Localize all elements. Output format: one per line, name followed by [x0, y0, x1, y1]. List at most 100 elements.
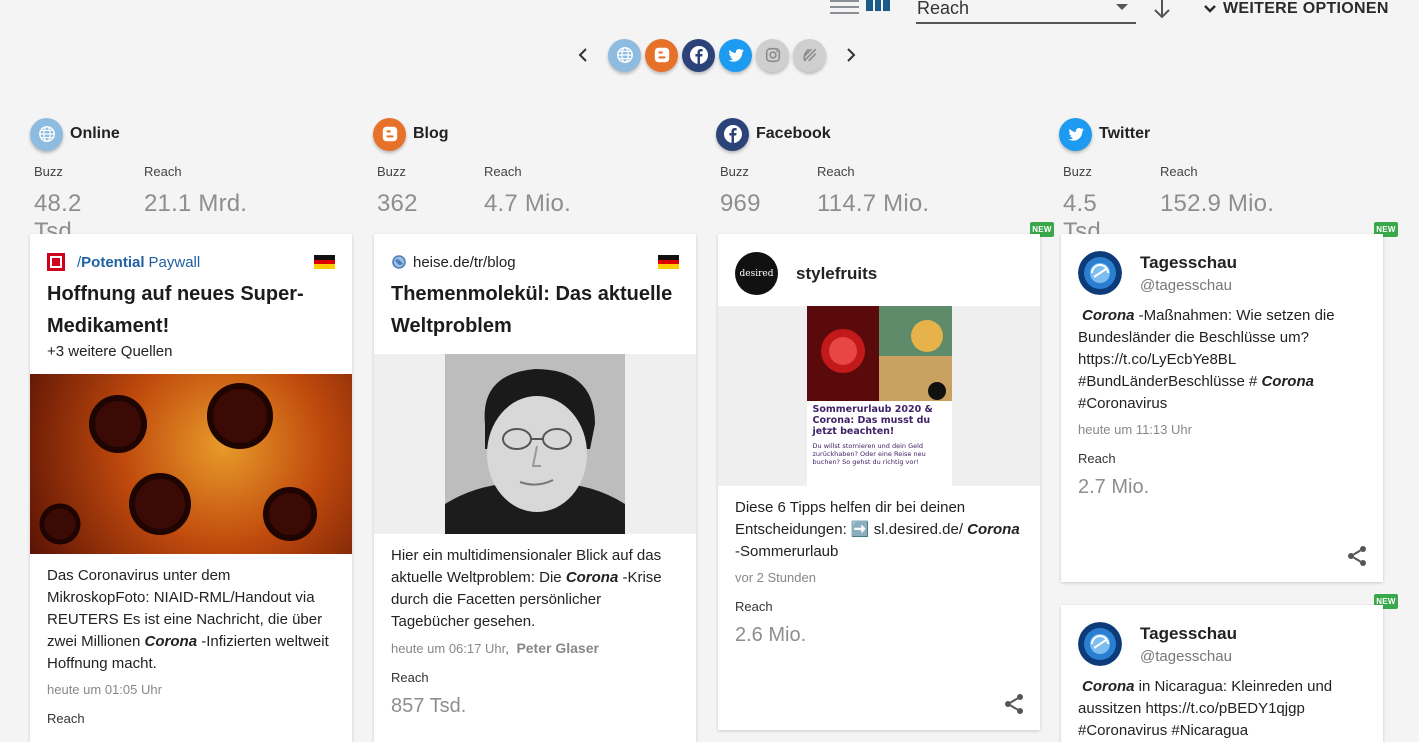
reach-label: Reach: [144, 164, 182, 179]
post-image: Sommerurlaub 2020 & Corona: Das musst du…: [718, 306, 1040, 486]
chevron-left-icon: [578, 48, 587, 62]
article-time: heute um 01:05 Uhr: [47, 682, 162, 697]
buzz-label: Buzz: [377, 164, 406, 179]
tagesschau-avatar[interactable]: [1078, 622, 1122, 666]
sort-select[interactable]: Reach: [916, 0, 1136, 24]
reach-label: Reach: [1078, 451, 1116, 466]
article-author[interactable]: Peter Glaser: [516, 640, 599, 656]
blog-article-card[interactable]: heise.de/tr/blog Themenmolekül: Das aktu…: [374, 234, 696, 742]
facebook-channel-icon: [716, 117, 749, 151]
carousel-prev-button[interactable]: [572, 44, 594, 66]
image-subtext: Du willst stornieren und dein Geld zurüc…: [812, 442, 926, 466]
paywall-label: Paywall: [148, 253, 201, 271]
tweet-card[interactable]: Tagesschau @tagesschau Corona in Nicarag…: [1061, 605, 1383, 742]
chevron-right-icon: [847, 48, 856, 62]
post-time: vor 2 Stunden: [735, 570, 816, 585]
channel-facebook-button[interactable]: [682, 38, 715, 72]
tweet-author-name[interactable]: Tagesschau: [1140, 253, 1237, 273]
facebook-icon: [689, 46, 708, 64]
twitter-channel-icon: [1059, 117, 1092, 151]
column-view-icon[interactable]: [866, 0, 891, 14]
column-blog: Blog Buzz 362 Reach 4.7 Mio.: [373, 117, 695, 218]
twitter-icon: [728, 48, 744, 62]
reach-label: Reach: [391, 670, 429, 685]
article-title[interactable]: Themenmolekül: Das aktuelle Weltproblem: [391, 278, 679, 342]
channel-podcast-button[interactable]: [793, 38, 826, 72]
blog-channel-icon: [373, 117, 406, 151]
online-article-card[interactable]: / Potential Paywall Hoffnung auf neues S…: [30, 234, 352, 742]
online-channel-icon: [30, 117, 63, 151]
share-icon[interactable]: [1002, 692, 1026, 716]
globe-icon: [392, 255, 406, 269]
article-title[interactable]: Hoffnung auf neues Super-Medikament!: [47, 278, 335, 342]
source-row: / Potential Paywall: [47, 253, 335, 271]
column-title: Blog: [413, 125, 449, 142]
blogger-icon: [654, 47, 669, 63]
tweet-header: Tagesschau @tagesschau: [1078, 622, 1366, 666]
channel-carousel: [572, 37, 862, 73]
article-text: Hier ein multidimensionaler Blick auf da…: [391, 547, 662, 630]
list-view-icon[interactable]: [830, 0, 859, 14]
instagram-icon: [765, 47, 780, 63]
twitter-icon: [1068, 127, 1084, 141]
buzz-value: 362: [377, 190, 418, 217]
column-facebook: Facebook Buzz 969 Reach 114.7 Mio.: [716, 117, 1038, 218]
reach-value: 114.7 Mio.: [817, 190, 930, 217]
sort-select-value: Reach: [917, 0, 970, 18]
reach-label: Reach: [47, 711, 85, 726]
buzz-label: Buzz: [34, 164, 63, 179]
globe-icon: [38, 126, 55, 142]
tweet-time: heute um 11:13 Uhr: [1078, 422, 1192, 437]
column-twitter: Twitter Buzz 4.5 Tsd. Reach 152.9 Mio.: [1059, 117, 1381, 246]
tweet-author-name[interactable]: Tagesschau: [1140, 624, 1237, 644]
more-options-button[interactable]: WEITERE OPTIONEN: [1203, 0, 1389, 18]
buzz-label: Buzz: [1063, 164, 1092, 179]
virus-image: [39, 383, 317, 545]
virus-beach-image: [806, 306, 952, 401]
chevron-down-icon: [1204, 5, 1216, 13]
article-image: [374, 354, 696, 534]
podcast-icon: [802, 48, 816, 62]
tweet-header: Tagesschau @tagesschau: [1078, 251, 1366, 295]
tweet-author-handle[interactable]: @tagesschau: [1140, 648, 1237, 665]
buzz-label: Buzz: [720, 164, 749, 179]
source-row: heise.de/tr/blog: [391, 253, 679, 271]
tweet-text: Corona in Nicaragua: Kleinreden und auss…: [1078, 678, 1333, 739]
reach-value: 2.7 Mio.: [1078, 476, 1150, 498]
reach-label: Reach: [484, 164, 522, 179]
column-title: Twitter: [1099, 125, 1151, 142]
reach-label: Reach: [817, 164, 855, 179]
share-icon[interactable]: [1345, 544, 1369, 568]
tweet-card[interactable]: Tagesschau @tagesschau Corona -Maßnahmen…: [1061, 234, 1383, 582]
channel-twitter-button[interactable]: [719, 38, 752, 72]
reach-value: 857 Tsd.: [391, 695, 467, 717]
blogger-icon: [382, 126, 397, 142]
carousel-next-button[interactable]: [840, 44, 862, 66]
tagesschau-avatar[interactable]: [1078, 251, 1122, 295]
page-avatar: desired: [735, 252, 778, 295]
post-text: Diese 6 Tipps helfen dir bei deinen Ents…: [735, 499, 1020, 560]
article-meta: heute um 06:17 Uhr, Peter Glaser: [391, 640, 599, 656]
facebook-post-card[interactable]: desired stylefruits Sommerurlaub 2020 & …: [718, 234, 1040, 730]
more-sources-link[interactable]: +3 weitere Quellen: [47, 342, 335, 362]
germany-flag-icon: [658, 255, 679, 270]
channel-online-button[interactable]: [608, 38, 641, 72]
author-portrait-image: [445, 354, 625, 534]
facebook-icon: [723, 125, 742, 143]
page-name[interactable]: stylefruits: [796, 264, 877, 284]
toolbar: Reach WEITERE OPTIONEN: [0, 0, 1419, 24]
chevron-down-icon: [1116, 4, 1128, 10]
reach-value: 4.7 Mio.: [484, 190, 571, 217]
article-text: Das Coronavirus unter dem MikroskopFoto:…: [47, 567, 329, 672]
source-link[interactable]: heise.de/tr/blog: [413, 254, 516, 271]
image-heading: Sommerurlaub 2020 & Corona: Das musst du…: [812, 404, 933, 437]
tweet-author-handle[interactable]: @tagesschau: [1140, 277, 1237, 294]
reach-value: 21.1 Mrd.: [144, 190, 248, 217]
sort-direction-icon[interactable]: [1152, 0, 1172, 20]
tweet-text: Corona -Maßnahmen: Wie setzen die Bundes…: [1078, 307, 1335, 412]
source-link[interactable]: Potential: [81, 254, 144, 271]
reach-value: 2.6 Mio.: [735, 624, 807, 646]
bild-logo-icon: [47, 253, 65, 271]
channel-blog-button[interactable]: [645, 38, 678, 72]
channel-instagram-button[interactable]: [756, 38, 789, 72]
